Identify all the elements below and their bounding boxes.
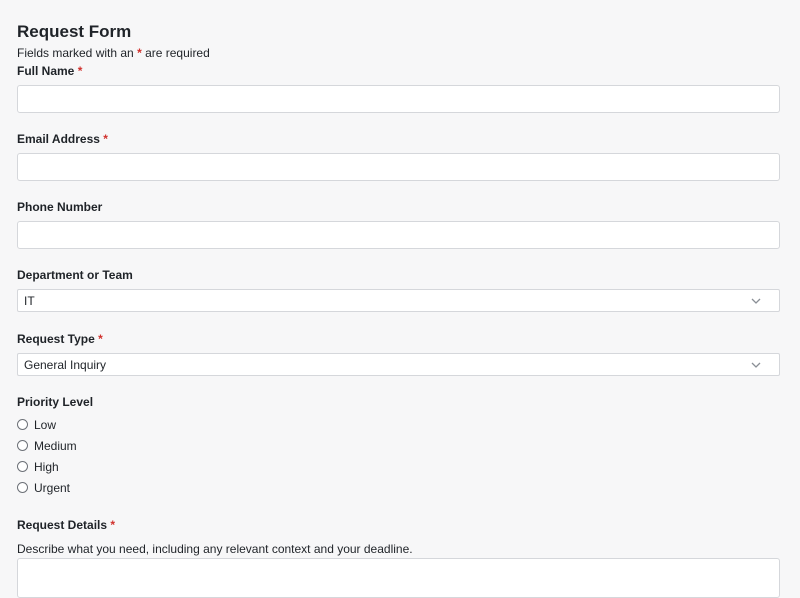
email-label: Email Address * [17,132,108,146]
department-selected-value: IT [24,294,35,308]
request-type-selected-value: General Inquiry [24,358,107,372]
request-type-select[interactable]: General Inquiry [17,353,780,376]
radio-button[interactable] [17,419,28,430]
radio-button[interactable] [17,461,28,472]
request-form: Request Form Fields marked with an * are… [0,0,800,598]
email-input[interactable] [17,153,780,181]
required-note-suffix: are required [145,46,210,60]
phone-label: Phone Number [17,200,102,214]
department-label: Department or Team [17,268,133,282]
details-label-text: Request Details [17,518,108,532]
details-textarea[interactable] [17,558,780,598]
details-label: Request Details * [17,518,115,532]
required-note: Fields marked with an * are required [17,46,210,60]
request-type-label: Request Type * [17,332,103,346]
phone-label-text: Phone Number [17,200,103,214]
email-label-text: Email Address [17,132,100,146]
full-name-input[interactable] [17,85,780,113]
chevron-down-icon [751,362,761,368]
full-name-label-text: Full Name [17,64,75,78]
phone-input[interactable] [17,221,780,249]
radio-label: Urgent [34,481,71,495]
department-label-text: Department or Team [17,268,133,282]
radio-label: Low [34,418,57,432]
priority-label-text: Priority Level [17,395,94,409]
required-note-prefix: Fields marked with an [17,46,134,60]
request-type-label-text: Request Type [17,332,95,346]
full-name-label: Full Name * [17,64,82,78]
radio-button[interactable] [17,482,28,493]
priority-label: Priority Level [17,395,93,409]
radio-button[interactable] [17,440,28,451]
radio-label: High [34,460,59,474]
chevron-down-icon [751,298,761,304]
form-title: Request Form [17,22,132,41]
required-asterisk: * [98,332,103,346]
department-select[interactable]: IT [17,289,780,312]
required-asterisk: * [137,46,142,60]
required-asterisk: * [110,518,116,532]
required-asterisk: * [103,132,108,146]
required-asterisk: * [77,64,83,78]
radio-label: Medium [34,439,77,453]
details-helper-text: Describe what you need, including any re… [17,542,413,556]
